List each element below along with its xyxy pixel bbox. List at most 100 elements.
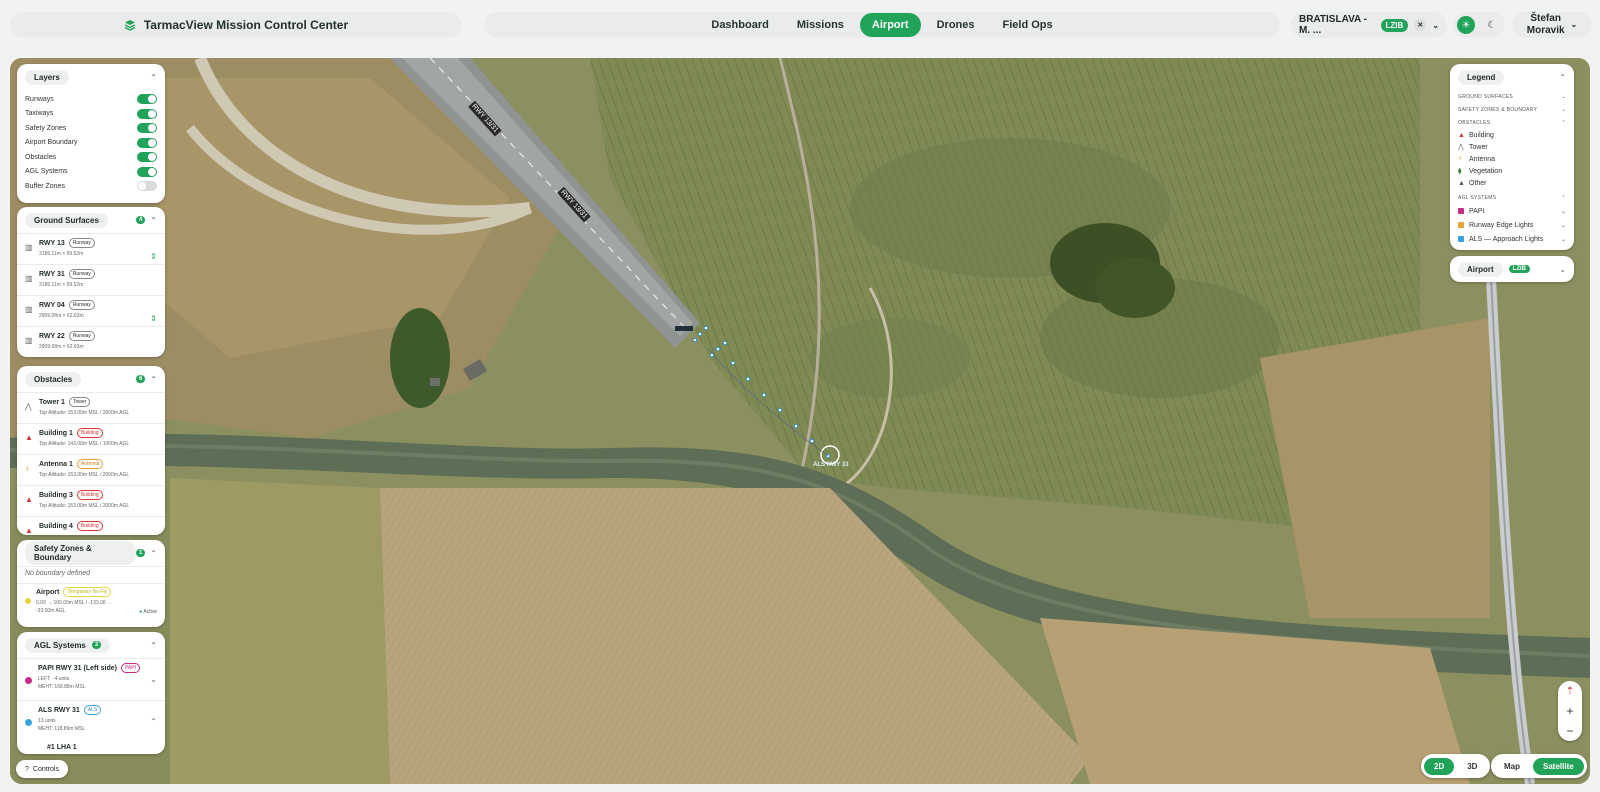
safety-zone-item[interactable]: Airport Temporary No-Fly 0.00 → 100.00m … — [17, 583, 165, 618]
ground-surface-item[interactable]: ▥ RWY 22 Runway 2909.08m × 62.63m — [17, 326, 165, 357]
agl-item[interactable]: ALS RWY 31 ALS 13 units MEHT: 118.89m MSL ⌃ — [17, 700, 165, 742]
chevron-up-icon[interactable]: ⌃ — [150, 549, 157, 558]
chevron-up-icon[interactable]: ⌃ — [150, 73, 157, 82]
moon-icon[interactable]: ☾ — [1483, 16, 1501, 34]
item-title: RWY 22 Runway — [39, 331, 157, 341]
controls-button[interactable]: ? Controls — [16, 760, 68, 778]
layer-toggle[interactable] — [137, 108, 157, 119]
layer-toggle[interactable] — [137, 123, 157, 134]
chevron-down-icon[interactable]: ⌃ — [150, 717, 157, 726]
chevron-down-icon[interactable]: ⌄ — [1432, 21, 1439, 30]
chevron-down-icon: ⌄ — [1561, 106, 1566, 113]
obstacle-item[interactable]: ▲ Building 1 Building Top Altitude: 143.00m… — [17, 423, 165, 454]
agl-systems-label: AGL Systems — [34, 640, 86, 650]
chevron-up-icon[interactable]: ⌃ — [150, 641, 157, 650]
legend-label: Antenna — [1469, 155, 1496, 163]
legend-section-agl[interactable]: AGL Systems ⌃ — [1450, 191, 1574, 204]
ground-surface-item[interactable]: ▥ RWY 31 Runway 3186.11m × 59.52m — [17, 264, 165, 295]
legend-agl-row[interactable]: ALS — Approach Lights ⌄ — [1450, 232, 1574, 246]
vegetation-icon: ⧫ — [1458, 168, 1462, 175]
basemap-map-button[interactable]: Map — [1494, 758, 1530, 775]
layer-label: Taxiways — [25, 110, 54, 118]
legend-section-label: Ground Surfaces — [1458, 93, 1514, 100]
runway-icon: ▥ — [25, 243, 33, 252]
ground-surface-item[interactable]: ▥ RWY 04 Runway 2909.08m × 62.63m ⇕ — [17, 295, 165, 326]
nav-drones[interactable]: Drones — [925, 13, 987, 37]
ground-surface-item[interactable]: ▥ RWY 13 Runway 3186.11m × 59.52m ⇕ — [17, 233, 165, 264]
main-nav: Dashboard Missions Airport Drones Field … — [484, 12, 1280, 38]
chevron-up-icon[interactable]: ⌃ — [150, 375, 157, 384]
surface-dims: 2909.08m × 62.63m — [39, 344, 84, 350]
nav-missions[interactable]: Missions — [785, 13, 856, 37]
obstacle-item[interactable]: ▲ Building 3 Building Top Altitude: 153.00m… — [17, 485, 165, 516]
zoom-controls: ⇡ + − — [1558, 681, 1582, 741]
obstacle-item[interactable]: ▲ Building 4 Building — [17, 516, 165, 535]
ground-surfaces-title[interactable]: Ground Surfaces — [25, 212, 108, 228]
help-icon: ? — [25, 765, 29, 773]
sun-icon[interactable]: ☀ — [1457, 16, 1475, 34]
surface-name: RWY 31 — [39, 270, 65, 278]
chevron-up-icon[interactable]: ⌃ — [1559, 73, 1566, 82]
surface-tag: Runway — [68, 331, 95, 341]
zoom-out-button[interactable]: − — [1558, 721, 1582, 741]
clear-icon[interactable]: ✕ — [1414, 19, 1427, 31]
obstacles-title[interactable]: Obstacles — [25, 371, 82, 387]
agl-item[interactable]: PAPI RWY 31 (Left side) PAPI LEFT · 4 unit… — [17, 658, 165, 700]
layer-toggle[interactable] — [137, 166, 157, 177]
surface-name: RWY 22 — [39, 332, 65, 340]
legend-panel: Legend ⌃ Ground Surfaces ⌄ Safety Zones &… — [1450, 64, 1574, 250]
legend-section-ground[interactable]: Ground Surfaces ⌄ — [1450, 90, 1574, 103]
satellite-map[interactable]: RWY 13/31 RWY 13/31 ALS RWY 31 — [10, 58, 1590, 784]
airport-card[interactable]: Airport LZIB ⌄ — [1450, 256, 1574, 282]
chevron-up-icon[interactable]: ⌃ — [150, 216, 157, 225]
layers-panel: Layers ⌃ Runways Taxiways Safety Zones Airp… — [17, 64, 165, 203]
item-body: Building 3 Building Top Altitude: 153.00m … — [39, 490, 129, 509]
obstacle-item[interactable]: ⋀ Tower 1 Tower Top Altitude: 153.00m MSL /… — [17, 392, 165, 423]
surface-tag: Runway — [68, 269, 95, 279]
chevron-down-icon[interactable]: ⌄ — [150, 675, 157, 684]
obstacle-name: Building 4 — [39, 522, 73, 530]
agl-name: ALS RWY 31 — [38, 706, 80, 714]
top-bar: TarmacView Mission Control Center Dashbo… — [0, 0, 1600, 52]
basemap-satellite-button[interactable]: Satellite — [1533, 757, 1584, 775]
item-body: Building 4 Building — [39, 521, 103, 531]
zoom-in-button[interactable]: + — [1558, 701, 1582, 721]
legend-agl-row[interactable]: Runway Edge Lights ⌄ — [1450, 218, 1574, 232]
obstacle-name: Antenna 1 — [39, 460, 73, 468]
nav-dashboard[interactable]: Dashboard — [699, 13, 780, 37]
layer-row: Buffer Zones — [17, 179, 165, 194]
brand[interactable]: TarmacView Mission Control Center — [10, 12, 462, 38]
mode-3d-button[interactable]: 3D — [1457, 758, 1487, 775]
legend-title[interactable]: Legend — [1458, 69, 1505, 85]
layer-toggle[interactable] — [137, 181, 157, 192]
tower-icon: ⋀ — [1458, 144, 1464, 151]
user-menu[interactable]: Štefan Moravik ⌄ — [1512, 12, 1592, 38]
mode-2d-button[interactable]: 2D — [1424, 757, 1455, 775]
obstacle-name: Building 1 — [39, 429, 73, 437]
chevron-down-icon: ⌄ — [1570, 20, 1578, 29]
legend-agl-row[interactable]: PAPI ⌄ — [1450, 204, 1574, 218]
item-title: RWY 13 Runway — [39, 238, 144, 248]
obstacle-list: ⋀ Tower 1 Tower Top Altitude: 153.00m MSL /… — [17, 392, 165, 535]
agl-systems-title[interactable]: AGL Systems 3 — [25, 637, 111, 653]
legend-label: Vegetation — [1469, 167, 1503, 175]
antenna-icon: ⍭ — [1458, 155, 1463, 162]
layer-toggle[interactable] — [137, 152, 157, 163]
link-icon[interactable]: ⇕ — [150, 314, 157, 323]
chevron-down-icon[interactable]: ⌄ — [1559, 265, 1566, 274]
obstacle-item[interactable]: ⍭ Antenna 1 Antenna Top Altitude: 153.00m M… — [17, 454, 165, 485]
user-last-name: Moravik — [1526, 25, 1565, 36]
layer-toggle[interactable] — [137, 137, 157, 148]
link-icon[interactable]: ⇕ — [150, 252, 157, 261]
legend-section-safety[interactable]: Safety Zones & Boundary ⌄ — [1450, 103, 1574, 116]
nav-airport[interactable]: Airport — [859, 13, 921, 37]
layers-title[interactable]: Layers — [25, 69, 69, 85]
compass-icon[interactable]: ⇡ — [1558, 681, 1582, 701]
obstacle-tag: Building — [76, 428, 103, 438]
legend-section-obstacles[interactable]: Obstacles ⌃ — [1450, 116, 1574, 129]
agl-sub-item[interactable]: #1 LHA 1 — [17, 742, 165, 753]
layer-toggle[interactable] — [137, 94, 157, 105]
safety-zones-title[interactable]: Safety Zones & Boundary — [25, 541, 136, 565]
airport-selector[interactable]: BRATISLAVA - M. ... LZIB ✕ ⌄ — [1291, 12, 1447, 38]
nav-field-ops[interactable]: Field Ops — [991, 13, 1065, 37]
